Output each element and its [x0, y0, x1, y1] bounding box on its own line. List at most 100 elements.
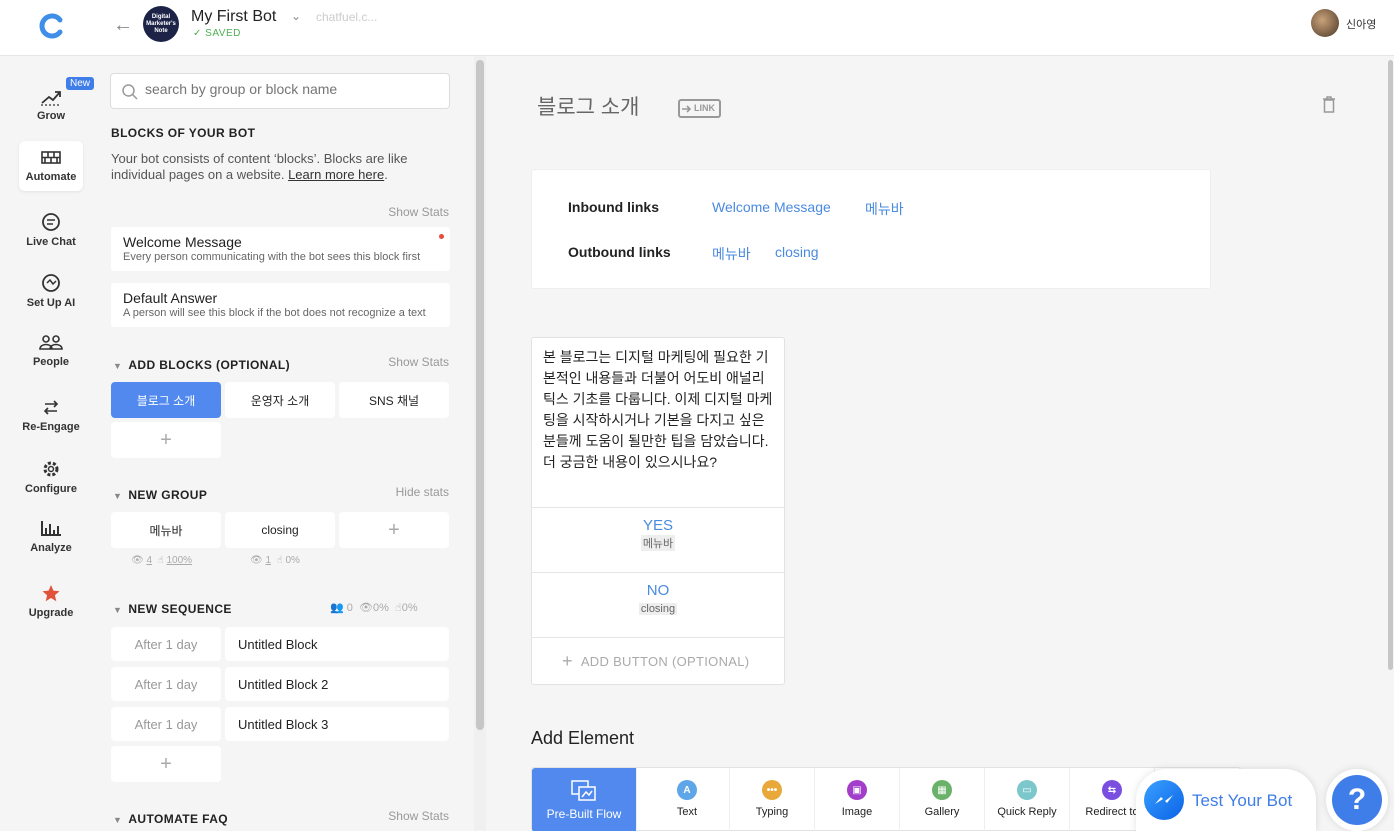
bot-url[interactable]: chatfuel.c... [316, 10, 377, 24]
clicks-rate: 100% [166, 555, 193, 566]
new-group-section-title[interactable]: ▼ NEW GROUP [113, 488, 207, 502]
nav-item-upgrade[interactable]: Upgrade [19, 577, 83, 627]
outbound-link[interactable]: 메뉴바 [712, 244, 751, 264]
nav-item-re-engage[interactable]: Re-Engage [19, 391, 83, 441]
block-subtitle: A person will see this block if the bot … [123, 307, 426, 319]
automate-faq-section-title[interactable]: ▼ AUTOMATE FAQ [113, 812, 228, 826]
user-name[interactable]: 신아영 [1346, 16, 1376, 32]
re-engage-icon [43, 400, 59, 415]
eye-icon: 👁 [359, 602, 373, 614]
redirect-icon: ⇆ [1102, 780, 1122, 800]
new-sequence-section-title[interactable]: ▼ NEW SEQUENCE [113, 602, 232, 616]
button-label: YES [642, 517, 673, 534]
sequence-block[interactable]: Untitled Block [225, 627, 449, 661]
sequence-block[interactable]: Untitled Block 3 [225, 707, 449, 741]
nav-label: Set Up AI [26, 297, 76, 309]
element-image[interactable]: ▣ Image [815, 768, 900, 831]
nav-item-live-chat[interactable]: Live Chat [19, 206, 83, 256]
outbound-link[interactable]: closing [775, 244, 819, 260]
block-tile[interactable]: 운영자 소개 [225, 382, 335, 418]
show-stats-toggle[interactable]: Show Stats [382, 809, 449, 823]
add-block-button[interactable]: + [111, 422, 221, 458]
new-badge: New [66, 77, 95, 90]
show-stats-toggle[interactable]: Show Stats [382, 205, 449, 219]
saved-status: ✓ SAVED [193, 28, 241, 39]
sequence-delay[interactable]: After 1 day [111, 627, 221, 661]
eye-icon: 👁 [131, 555, 144, 566]
sequence-delay[interactable]: After 1 day [111, 667, 221, 701]
outbound-links-label: Outbound links [568, 244, 671, 260]
link-badge[interactable]: LINK [678, 99, 721, 118]
collapse-triangle-icon[interactable]: ▼ [113, 605, 122, 615]
inbound-link[interactable]: Welcome Message [712, 199, 831, 215]
add-element-title: Add Element [531, 728, 635, 748]
block-tile[interactable]: SNS 채널 [339, 382, 449, 418]
block-title-input[interactable]: 블로그 소개 [537, 91, 639, 121]
block-tile[interactable]: 블로그 소개 [111, 382, 221, 418]
block-tile[interactable]: 메뉴바 [111, 512, 221, 548]
user-avatar[interactable] [1311, 9, 1339, 37]
block-editor: 블로그 소개 LINK Inbound links Welcome Messag… [486, 56, 1394, 831]
collapse-triangle-icon[interactable]: ▼ [113, 361, 122, 371]
show-stats-toggle[interactable]: Show Stats [382, 355, 449, 369]
text-card-body[interactable]: 본 블로그는 디지털 마케팅에 필요한 기본적인 내용들과 더불어 어도비 애널… [532, 338, 784, 507]
add-sequence-block-button[interactable]: + [111, 746, 221, 782]
nav-item-people[interactable]: People [19, 326, 83, 376]
element-typing[interactable]: ••• Typing [730, 768, 815, 831]
default-answer-block[interactable]: Default Answer A person will see this bl… [111, 283, 450, 327]
section-label: AUTOMATE FAQ [128, 812, 228, 826]
nav-item-configure[interactable]: Configure [19, 453, 83, 503]
block-title: Welcome Message [123, 234, 242, 250]
test-your-bot-button[interactable]: Test Your Bot [1136, 769, 1316, 831]
card-button-yes[interactable]: YES 메뉴바 [532, 507, 784, 572]
element-gallery[interactable]: ▦ Gallery [900, 768, 985, 831]
element-label: Pre-Built Flow [546, 807, 622, 821]
welcome-message-block[interactable]: Welcome Message Every person communicati… [111, 227, 450, 271]
collapse-triangle-icon[interactable]: ▼ [113, 491, 122, 501]
scrollbar-thumb[interactable] [476, 60, 484, 730]
nav-item-set-up-ai[interactable]: Set Up AI [19, 267, 83, 317]
blocks-panel: BLOCKS OF YOUR BOT Your bot consists of … [102, 56, 474, 831]
add-block-button[interactable]: + [339, 512, 449, 548]
nav-item-automate[interactable]: Automate [19, 141, 83, 191]
search-input[interactable] [145, 81, 435, 97]
inbound-link[interactable]: 메뉴바 [865, 199, 904, 219]
collapse-triangle-icon[interactable]: ▼ [113, 815, 122, 825]
card-button-no[interactable]: NO closing [532, 572, 784, 637]
block-stats: 👁 4 ☝ 100% [131, 555, 192, 566]
ai-icon [42, 274, 60, 292]
element-label: Gallery [924, 806, 960, 818]
text-card: 본 블로그는 디지털 마케팅에 필요한 기본적인 내용들과 더불어 어도비 애널… [531, 337, 785, 685]
element-label: Image [841, 806, 873, 818]
search-box[interactable] [110, 73, 450, 109]
clicks-rate: 0% [401, 602, 418, 614]
element-text[interactable]: A Text [645, 768, 730, 831]
block-title: Default Answer [123, 290, 218, 306]
help-button[interactable]: ? [1326, 769, 1388, 831]
text-icon: A [677, 780, 697, 800]
panel-scrollbar[interactable] [474, 56, 486, 831]
block-tile[interactable]: closing [225, 512, 335, 548]
back-arrow-icon[interactable]: ← [113, 14, 133, 37]
nav-item-analyze[interactable]: Analyze [19, 512, 83, 562]
trash-icon[interactable] [1322, 96, 1336, 113]
sequence-block[interactable]: Untitled Block 2 [225, 667, 449, 701]
learn-more-link[interactable]: Learn more here [288, 167, 384, 182]
sequence-delay[interactable]: After 1 day [111, 707, 221, 741]
editor-scrollbar[interactable] [1388, 60, 1393, 670]
add-button[interactable]: + ADD BUTTON (OPTIONAL) [532, 637, 784, 685]
element-pre-built-flow[interactable]: Pre-Built Flow [532, 768, 637, 831]
element-label: Text [676, 806, 698, 818]
chevron-down-icon[interactable]: ⌄ [291, 9, 301, 23]
chatfuel-logo-icon[interactable] [38, 12, 66, 40]
hide-stats-toggle[interactable]: Hide stats [382, 485, 449, 499]
bot-name[interactable]: My First Bot [191, 8, 276, 26]
users-count: 0 [346, 602, 353, 614]
add-blocks-section-title[interactable]: ▼ ADD BLOCKS (OPTIONAL) [113, 358, 290, 372]
element-quick-reply[interactable]: ▭ Quick Reply [985, 768, 1070, 831]
unread-dot [439, 234, 444, 239]
nav-label: Re-Engage [22, 421, 80, 433]
gallery-icon: ▦ [932, 780, 952, 800]
inbound-links-label: Inbound links [568, 199, 659, 215]
blocks-section-title: BLOCKS OF YOUR BOT [111, 126, 256, 140]
